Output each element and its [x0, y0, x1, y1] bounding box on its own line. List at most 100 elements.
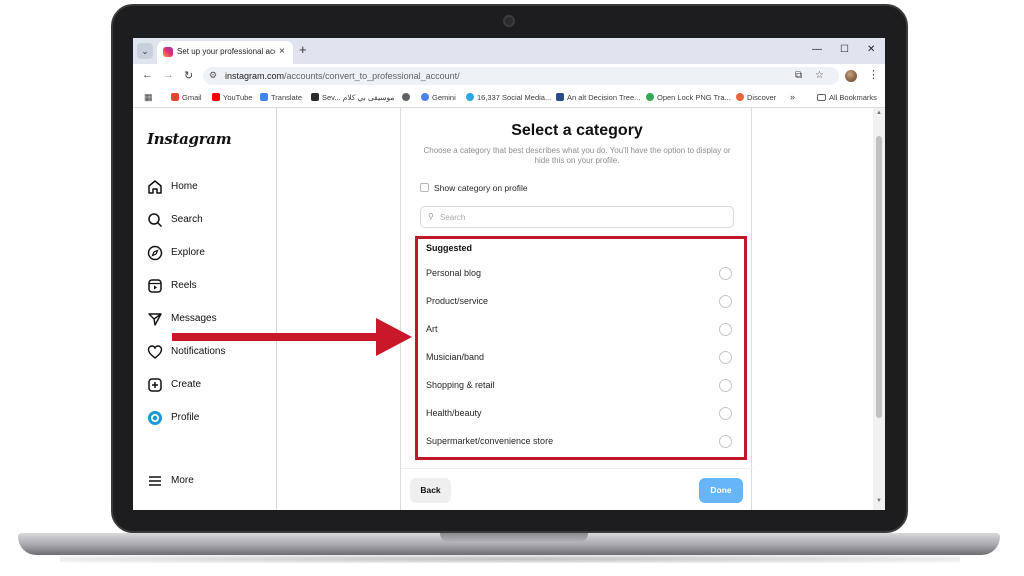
tab-search-button[interactable]: ⌄	[137, 43, 153, 59]
bookmark-gemini[interactable]: Gemini	[421, 93, 456, 102]
category-radio[interactable]	[719, 435, 732, 448]
address-bar-row: ← → ↻ ⚙ instagram.com/accounts/convert_t…	[133, 64, 885, 88]
bookmark-label-arabic: موسيقى بي كلام	[342, 93, 395, 102]
red-pointer-arrow-icon	[172, 318, 412, 356]
new-tab-button[interactable]: +	[299, 43, 307, 57]
compass-icon	[147, 245, 163, 261]
scroll-down-arrow-icon[interactable]: ▼	[876, 498, 882, 504]
bookmark-social-media[interactable]: 16,337 Social Media...	[466, 93, 551, 102]
minimize-button[interactable]: —	[812, 44, 822, 55]
maximize-button[interactable]: ☐	[840, 44, 849, 55]
url-input[interactable]: ⚙ instagram.com/accounts/convert_to_prof…	[203, 67, 839, 85]
profile-icon	[148, 411, 162, 425]
sidebar-item-create[interactable]: Create	[147, 376, 267, 394]
laptop-scene: ⌄ Set up your professional account × + —…	[0, 0, 1024, 576]
category-option-label: Health/beauty	[426, 408, 482, 418]
category-radio[interactable]	[719, 379, 732, 392]
all-bookmarks-button[interactable]: All Bookmarks	[817, 93, 877, 102]
category-option-label: Personal blog	[426, 268, 482, 278]
gear-icon	[402, 93, 410, 101]
back-button[interactable]: Back	[410, 478, 451, 503]
active-tab[interactable]: Set up your professional account ×	[157, 41, 293, 64]
category-option[interactable]: Shopping & retail	[426, 378, 732, 394]
reload-icon[interactable]: ↻	[184, 69, 193, 82]
instagram-favicon-icon	[163, 47, 173, 57]
category-option[interactable]: Health/beauty	[426, 406, 732, 422]
url-host: instagram.com	[225, 71, 285, 81]
search-icon	[148, 213, 163, 228]
apps-grid-icon[interactable]: ▦	[144, 92, 153, 103]
sidebar-item-label: Reels	[171, 280, 197, 291]
category-radio[interactable]	[719, 295, 732, 308]
category-option[interactable]: Personal blog	[426, 266, 732, 282]
page-scrollbar[interactable]: ▲ ▼	[873, 108, 885, 510]
show-category-label[interactable]: Show category on profile	[434, 183, 528, 193]
sidebar-item-search[interactable]: Search	[147, 211, 267, 229]
category-option-label: Shopping & retail	[426, 380, 495, 390]
category-option[interactable]: Musician/band	[426, 350, 732, 366]
category-search-input[interactable]: ⚲ Search	[420, 206, 734, 228]
instagram-logo[interactable]: Instagram	[147, 130, 232, 148]
category-radio[interactable]	[719, 323, 732, 336]
browser-menu-icon[interactable]: ⋮	[868, 68, 879, 81]
back-arrow-icon[interactable]: ←	[142, 69, 153, 81]
bookmark-decision-tree[interactable]: An alt Decision Tree...	[556, 93, 640, 102]
bookmark-label: Discover	[747, 93, 777, 102]
sidebar-item-profile[interactable]: Profile	[147, 409, 267, 427]
category-radio[interactable]	[719, 351, 732, 364]
search-placeholder: Search	[440, 213, 466, 222]
bookmark-sev[interactable]: Sev... موسيقى بي كلام	[311, 93, 394, 102]
sidebar-item-explore[interactable]: Explore	[147, 244, 267, 262]
suggested-heading: Suggested	[426, 243, 473, 253]
bookmark-label: Translate	[271, 93, 302, 102]
category-option[interactable]: Supermarket/convenience store	[426, 434, 732, 450]
laptop-notch	[440, 533, 588, 543]
bookmark-settings[interactable]	[402, 93, 413, 102]
heart-icon	[147, 345, 163, 359]
done-button[interactable]: Done	[699, 478, 743, 503]
bookmark-gmail[interactable]: Gmail	[171, 93, 202, 102]
bookmark-open-lock[interactable]: Open Lock PNG Tra...	[646, 93, 731, 102]
category-radio[interactable]	[719, 267, 732, 280]
sidebar-item-more[interactable]: More	[147, 472, 267, 490]
bookmark-label: YouTube	[223, 93, 253, 102]
instagram-page: Instagram Home Search Explore Reels Mess…	[133, 108, 885, 510]
bookmark-discover[interactable]: Discover	[736, 93, 776, 102]
bookmarks-overflow-button[interactable]: »	[790, 92, 795, 102]
sidebar-item-label: Create	[171, 379, 202, 390]
social-media-icon	[466, 93, 474, 101]
discover-icon	[736, 93, 744, 101]
sidebar-item-label: Profile	[171, 412, 200, 423]
bookmark-translate[interactable]: Translate	[260, 93, 302, 102]
sidebar-item-home[interactable]: Home	[147, 178, 267, 196]
reels-icon	[148, 279, 162, 293]
translate-icon	[260, 93, 268, 101]
show-category-checkbox[interactable]	[420, 183, 429, 192]
site-info-icon[interactable]: ⚙	[209, 70, 217, 81]
category-option[interactable]: Art	[426, 322, 732, 338]
close-window-button[interactable]: ✕	[867, 44, 875, 55]
youtube-icon	[212, 93, 220, 101]
gemini-icon	[421, 93, 429, 101]
gmail-icon	[171, 93, 179, 101]
menu-icon	[149, 476, 161, 486]
page-title: Select a category	[511, 122, 643, 139]
laptop-shadow	[60, 555, 960, 563]
tab-title: Set up your professional account	[177, 47, 275, 56]
install-app-icon[interactable]: ⧉	[795, 70, 802, 81]
forward-arrow-icon[interactable]: →	[163, 69, 174, 81]
bookmark-youtube[interactable]: YouTube	[212, 93, 252, 102]
scrollbar-thumb[interactable]	[876, 136, 882, 418]
sidebar-item-reels[interactable]: Reels	[147, 277, 267, 295]
tab-close-icon[interactable]: ×	[279, 46, 285, 57]
bookmark-star-icon[interactable]: ☆	[815, 70, 824, 81]
category-option[interactable]: Product/service	[426, 294, 732, 310]
scroll-up-arrow-icon[interactable]: ▲	[876, 110, 882, 116]
plus-square-icon	[148, 378, 162, 392]
sidebar-item-label: Home	[171, 181, 198, 192]
bookmarks-bar: ▦ Gmail YouTube Translate Sev... موسيقى …	[133, 88, 885, 108]
all-bookmarks-label: All Bookmarks	[829, 93, 877, 102]
browser-profile-avatar[interactable]	[845, 70, 857, 82]
category-radio[interactable]	[719, 407, 732, 420]
category-description: Choose a category that best describes wh…	[423, 146, 731, 165]
